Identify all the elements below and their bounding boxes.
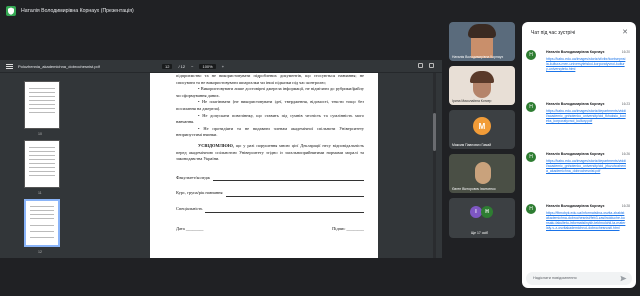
print-icon[interactable] [429,63,434,68]
zoom-out-button[interactable]: − [191,64,193,69]
pdf-scrollbar[interactable] [433,73,436,258]
thumbnail-label: 10 [38,132,42,136]
page-paragraph: • Не протидіяти та не видавати членам ак… [176,125,364,138]
participant-tile[interactable]: Наталія Володимирівна Корнаух [449,22,515,61]
pdf-page-controls: 12 / 12 − 100% + [162,64,224,69]
consent-bold: УСВІДОМЛЮЮ, [198,142,234,148]
sign-date: Дата ________ [176,225,204,231]
message-link[interactable]: https://kabu.edu.ua/images/storiz/depart… [546,159,626,174]
message-time: 16:20 [621,50,630,54]
page-number-input[interactable]: 12 [162,64,173,69]
window-titlebar: Наталія Володимирівна Корнаух (Презентац… [0,0,640,22]
form-field-specialty: Спеціальність [176,206,364,213]
form-field-course: Курс, група/рік навчання [176,190,364,197]
consent-paragraph: УСВІДОМЛЮЮ, що у разі порушення мною ціє… [176,143,364,163]
thumbnail-label: 11 [38,191,42,195]
pdf-filename: Polozhennia_akademichna_dobrochesnist.pd… [18,63,100,69]
avatar: Н [526,50,536,60]
participant-tile[interactable]: M Максим Павлович Гамай [449,110,515,149]
close-icon[interactable]: ✕ [622,28,628,36]
message-link[interactable]: https://kabu.edu.ua/images/storiz/depart… [546,109,626,124]
chat-panel: Чат під час зустрічі ✕ Н Наталія Володим… [522,22,636,288]
page-thumbnail-selected[interactable] [24,199,60,247]
thumbnail-label: 12 [38,250,42,254]
message-link[interactable]: https://kabu.edu.ua/images/storiz/st/vib… [546,57,626,72]
pdf-toolbar: Polozhennia_akademichna_dobrochesnist.pd… [0,60,442,73]
page-total: / 12 [178,64,186,69]
message-sender: Наталія Володимирівна Корнаух [546,50,605,54]
avatar: Н [526,152,536,162]
window-title: Наталія Володимирівна Корнаух (Презентац… [21,8,134,14]
shield-icon [6,6,16,16]
avatar: M [473,117,491,135]
participant-tile[interactable]: Ірина Миколаївна Коткер [449,66,515,105]
avatar: Н [481,206,493,218]
message-sender: Наталія Володимирівна Корнаух [546,152,605,156]
sign-signature: Підпис ________ [332,225,364,231]
message-time: 16:28 [621,204,630,208]
page-paragraph: • Не допускати повеліннку, що ставить пі… [176,112,364,125]
participant-tile[interactable]: Євген Вікторович Іванченко [449,154,515,193]
chat-message-input[interactable]: Надіслати повідомлення [526,272,632,285]
pdf-page: підприємство та не використовувати підро… [150,73,378,258]
form-field-faculty: Факультет/коледж [176,175,364,182]
download-icon[interactable] [418,63,423,68]
page-paragraph: • Використовувати лише достовірні джерел… [176,86,364,98]
signature-row: Дата ________ Підпис ________ [176,226,364,233]
presentation-stage: Polozhennia_akademichna_dobrochesnist.pd… [0,60,442,258]
message-time: 16:26 [621,152,630,156]
message-sender: Наталія Володимирівна Корнаух [546,102,605,106]
page-thumbnail[interactable] [24,140,60,188]
page-thumbnail[interactable] [24,81,60,129]
avatar: Н [526,102,536,112]
pdf-thumbnail-sidebar: 10 11 12 [0,73,68,258]
avatar: Н [526,204,536,214]
send-icon[interactable] [620,275,627,282]
message-sender: Наталія Володимирівна Корнаух [546,204,605,208]
message-time: 16:23 [621,102,630,106]
page-paragraph: підприємство та не використовувати підро… [176,73,364,85]
others-tile[interactable]: І Н Ще 17 осіб [449,198,515,238]
zoom-level[interactable]: 100% [199,64,216,69]
message-link[interactable]: https://fitmobyk.edu.ua/informatsiina-os… [546,211,626,231]
menu-icon[interactable] [6,63,13,69]
chat-title: Чат під час зустрічі [531,30,576,36]
zoom-in-button[interactable]: + [222,64,224,69]
page-paragraph: • Не плагіювати (не використовувати ідеї… [176,99,364,111]
